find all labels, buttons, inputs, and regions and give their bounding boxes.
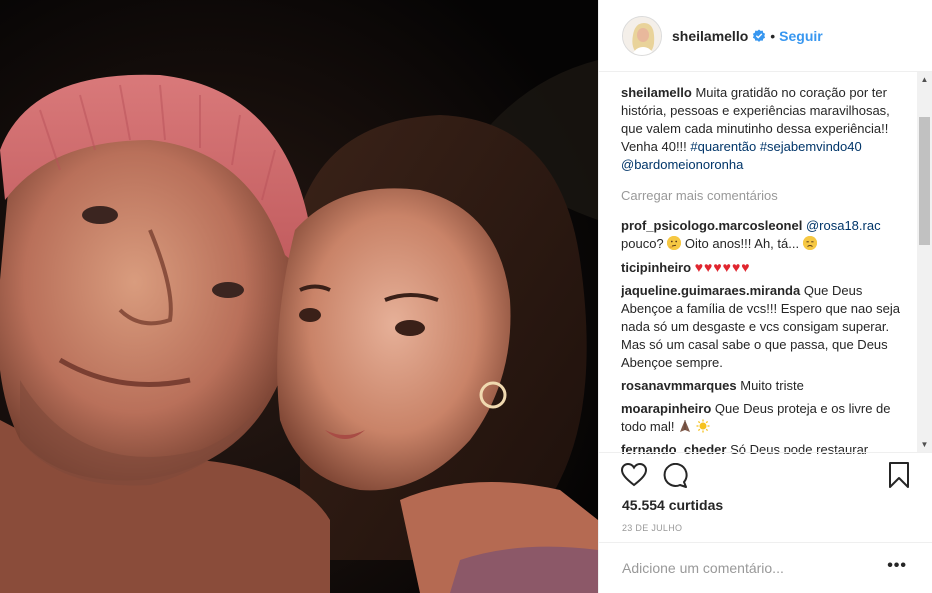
comment-text: pouco? (621, 236, 664, 251)
selfie-image (0, 0, 598, 593)
comment-username[interactable]: jaqueline.guimaraes.miranda (621, 283, 800, 298)
load-more-comments-button[interactable]: Carregar mais comentários (621, 187, 911, 205)
scroll-up-arrow-icon[interactable]: ▲ (917, 72, 932, 87)
add-comment-input[interactable] (622, 560, 862, 576)
comment-text: Oito anos!!! Ah, tá... (684, 236, 800, 251)
mention-link[interactable]: @rosa18.rac (806, 218, 881, 233)
post-sidebar: sheilamello • Seguir sheilamello Muita g… (598, 0, 932, 593)
red-heart-icon: ♥♥♥♥♥♥ (694, 259, 751, 275)
bookmark-icon[interactable] (889, 462, 909, 493)
folded-hands-icon (678, 419, 692, 433)
more-options-icon[interactable]: ••• (887, 558, 907, 574)
scroll-thumb[interactable] (919, 117, 930, 245)
list-item: rosanavmmarques Muito triste (621, 377, 911, 395)
comment-bubble-icon[interactable] (662, 462, 688, 494)
comment-username[interactable]: rosanavmmarques (621, 378, 737, 393)
comments-scrollbar[interactable]: ▲ ▼ (917, 72, 932, 452)
comment-username[interactable]: ticipinheiro (621, 260, 691, 275)
separator-dot: • (770, 27, 776, 44)
disappointed-face-icon (802, 236, 817, 250)
list-item: moarapinheiro Que Deus proteja e os livr… (621, 400, 911, 436)
thinking-face-icon (667, 236, 682, 250)
author-username[interactable]: sheilamello (672, 28, 748, 44)
comment-text: Muito triste (740, 378, 804, 393)
hashtag-link[interactable]: #sejabemvindo40 (760, 139, 862, 154)
sun-icon (696, 419, 710, 433)
comment-username[interactable]: prof_psicologo.marcosleonel (621, 218, 802, 233)
mention-link[interactable]: @bardomeionoronha (621, 157, 743, 172)
post-header: sheilamello • Seguir (599, 0, 932, 72)
likes-count[interactable]: 45.554 curtidas (622, 497, 723, 513)
caption: sheilamello Muita gratidão no coração po… (621, 84, 911, 174)
follow-button[interactable]: Seguir (779, 28, 823, 44)
add-comment-bar: ••• (599, 542, 932, 593)
post-photo[interactable] (0, 0, 598, 593)
avatar[interactable] (622, 15, 662, 56)
heart-outline-icon[interactable] (620, 462, 648, 492)
list-item: ticipinheiro ♥♥♥♥♥♥ (621, 258, 911, 277)
post-actions: 45.554 curtidas 23 DE JULHO (599, 452, 932, 542)
list-item: jaqueline.guimaraes.miranda Que Deus Abe… (621, 282, 911, 372)
comments-list[interactable]: sheilamello Muita gratidão no coração po… (621, 84, 911, 454)
list-item: prof_psicologo.marcosleonel @rosa18.rac … (621, 217, 911, 253)
caption-username[interactable]: sheilamello (621, 85, 692, 100)
post-date[interactable]: 23 DE JULHO (622, 523, 682, 533)
verified-badge-icon (752, 29, 766, 43)
hashtag-link[interactable]: #quarentão (690, 139, 756, 154)
comment-username[interactable]: moarapinheiro (621, 401, 711, 416)
scroll-down-arrow-icon[interactable]: ▼ (917, 437, 932, 452)
